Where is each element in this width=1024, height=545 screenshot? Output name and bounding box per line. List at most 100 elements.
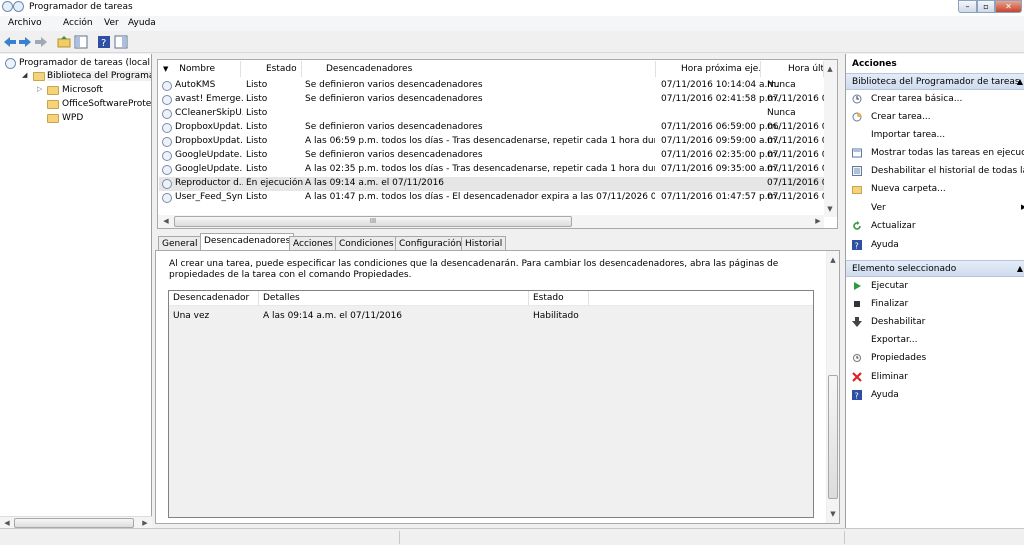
column-header-desencadenador[interactable]: Desencadenador — [169, 291, 259, 306]
help-icon[interactable]: ? — [97, 35, 111, 49]
folder-icon — [47, 86, 59, 95]
section-selected-item[interactable]: Elemento seleccionado ▲ — [846, 260, 1024, 277]
action-create-task[interactable]: Crear tarea... — [846, 109, 1024, 126]
column-header-hora-proxima[interactable]: Hora próxima eje... — [656, 61, 761, 77]
scroll-down-icon[interactable]: ▼ — [824, 203, 836, 215]
task-icon — [162, 193, 172, 203]
action-export[interactable]: Exportar... — [846, 332, 1024, 349]
action-disable-history[interactable]: Deshabilitar el historial de todas las..… — [846, 163, 1024, 180]
tab-acciones[interactable]: Acciones — [289, 236, 337, 251]
menu-archivo[interactable]: Archivo — [8, 18, 42, 28]
scroll-up-icon[interactable]: ▲ — [827, 254, 839, 266]
action-disable[interactable]: Deshabilitar — [846, 314, 1024, 331]
task-icon — [162, 81, 172, 91]
column-header-estado[interactable]: Estado — [241, 61, 302, 77]
forward-arrow-icon[interactable] — [18, 35, 32, 49]
action-new-folder[interactable]: Nueva carpeta... — [846, 181, 1024, 198]
actions-pane: Acciones Biblioteca del Programador de t… — [845, 54, 1024, 528]
action-run[interactable]: Ejecutar — [846, 278, 1024, 295]
task-icon — [162, 109, 172, 119]
svg-text:?: ? — [855, 392, 859, 401]
show-hide-action-pane-icon[interactable] — [114, 35, 128, 49]
tree-folder-wpd[interactable]: WPD — [62, 113, 83, 123]
scroll-thumb[interactable] — [828, 375, 838, 499]
task-row[interactable]: DropboxUpdat... Listo Se definieron vari… — [159, 121, 825, 135]
action-create-basic-task[interactable]: Crear tarea básica... — [846, 91, 1024, 108]
action-help-2[interactable]: ? Ayuda — [846, 387, 1024, 404]
task-list-vertical-scrollbar[interactable]: ▲ ▼ — [824, 60, 837, 217]
scroll-left-icon[interactable]: ◀ — [160, 215, 172, 227]
scroll-right-icon[interactable]: ▶ — [812, 215, 824, 227]
status-bar — [0, 528, 1024, 545]
tree-library[interactable]: Biblioteca del Programad — [47, 71, 151, 81]
window-controls: – ▫ ✕ — [958, 0, 1022, 13]
scroll-up-icon[interactable]: ▲ — [824, 63, 836, 75]
action-delete[interactable]: Eliminar — [846, 369, 1024, 386]
action-view[interactable]: Ver ▶ — [846, 200, 1024, 217]
tab-desencadenadores[interactable]: Desencadenadores — [200, 233, 295, 251]
tab-configuracion[interactable]: Configuración — [395, 236, 466, 251]
action-show-running-tasks[interactable]: Mostrar todas las tareas en ejecución — [846, 145, 1024, 162]
column-header-nombre[interactable]: ▼ Nombre — [158, 61, 241, 77]
action-import-task[interactable]: Importar tarea... — [846, 127, 1024, 144]
collapse-arrow-icon[interactable]: ◢ — [22, 71, 27, 79]
toolbar: ? — [0, 32, 1024, 53]
tree-folder-officesoftwareprotect[interactable]: OfficeSoftwareProtect — [62, 99, 151, 109]
action-properties[interactable]: Propiedades — [846, 350, 1024, 367]
tab-condiciones[interactable]: Condiciones — [335, 236, 398, 251]
refresh-icon — [853, 221, 861, 230]
task-icon — [162, 95, 172, 105]
minimize-button[interactable]: – — [958, 0, 977, 13]
tab-historial[interactable]: Historial — [461, 236, 507, 251]
scroll-down-icon[interactable]: ▼ — [827, 508, 839, 520]
detail-vertical-scrollbar[interactable]: ▲ ▼ — [826, 251, 839, 523]
task-row[interactable]: GoogleUpdate... Listo Se definieron vari… — [159, 149, 825, 163]
new-folder-icon — [852, 186, 862, 194]
action-help[interactable]: ? Ayuda — [846, 237, 1024, 254]
task-row[interactable]: GoogleUpdate... Listo A las 02:35 p.m. t… — [159, 163, 825, 177]
column-header-estado[interactable]: Estado — [529, 291, 589, 306]
task-list-horizontal-scrollbar[interactable]: ◀ III ▶ — [158, 215, 824, 228]
scroll-thumb[interactable] — [14, 518, 134, 528]
show-hide-console-tree-icon[interactable] — [74, 35, 88, 49]
actions-title: Acciones — [852, 59, 897, 69]
task-icon — [162, 179, 172, 189]
scroll-thumb[interactable]: III — [174, 216, 572, 227]
menu-ver[interactable]: Ver — [104, 18, 119, 28]
expand-arrow-icon[interactable]: ▷ — [37, 85, 42, 93]
column-header-desencadenadores[interactable]: Desencadenadores — [302, 61, 656, 77]
tree-root[interactable]: Programador de tareas (local — [19, 58, 151, 68]
column-header-detalles[interactable]: Detalles — [259, 291, 529, 306]
menu-ayuda[interactable]: Ayuda — [128, 18, 156, 28]
task-row[interactable]: User_Feed_Syn... Listo A las 01:47 p.m. … — [159, 191, 825, 205]
task-row-selected[interactable]: Reproductor d... En ejecución A las 09:1… — [159, 177, 825, 191]
back-arrow-icon[interactable] — [34, 35, 48, 49]
clock-icon — [13, 1, 24, 12]
history-icon — [852, 166, 862, 176]
status-section — [0, 531, 400, 544]
menu-accion[interactable]: Acción — [63, 18, 93, 28]
tree-folder-microsoft[interactable]: Microsoft — [62, 85, 103, 95]
status-section — [405, 531, 845, 544]
section-library[interactable]: Biblioteca del Programador de tareas ▲ — [846, 73, 1024, 90]
action-refresh[interactable]: Actualizar — [846, 218, 1024, 235]
console-tree: Programador de tareas (local ◢ Bibliotec… — [0, 54, 152, 528]
collapse-arrow-icon[interactable]: ▲ — [1017, 261, 1023, 277]
task-row[interactable]: CCleanerSkipU... Listo Nunca — [159, 107, 824, 121]
maximize-button[interactable]: ▫ — [977, 0, 995, 13]
action-end[interactable]: Finalizar — [846, 296, 1024, 313]
task-row[interactable]: avast! Emerge... Listo Se definieron var… — [159, 93, 825, 107]
task-row[interactable]: DropboxUpdat... Listo A las 06:59 p.m. t… — [159, 135, 825, 149]
close-button[interactable]: ✕ — [995, 0, 1022, 13]
collapse-arrow-icon[interactable]: ▲ — [1017, 74, 1023, 90]
tree-horizontal-scrollbar[interactable]: ◀ ▶ — [0, 516, 152, 528]
folder-up-icon[interactable] — [57, 35, 71, 49]
tab-general[interactable]: General — [158, 236, 202, 251]
trigger-row[interactable]: Una vez A las 09:14 a.m. el 07/11/2016 H… — [169, 308, 813, 324]
task-row[interactable]: AutoKMS Listo Se definieron varios desen… — [159, 79, 824, 93]
task-icon — [162, 137, 172, 147]
column-header-hora-ultima[interactable]: Hora últir — [761, 61, 824, 77]
task-icon — [162, 123, 172, 133]
back-arrow-icon[interactable] — [3, 35, 17, 49]
create-task-icon — [852, 112, 862, 122]
